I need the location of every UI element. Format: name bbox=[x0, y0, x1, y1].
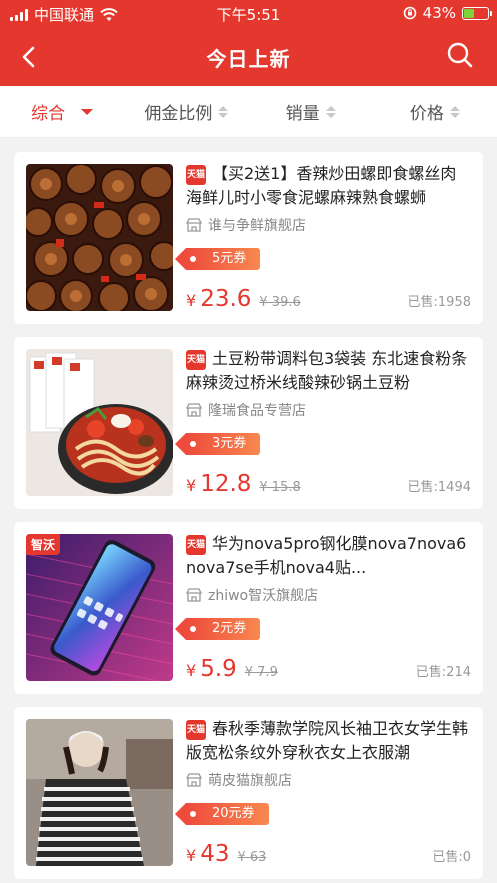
product-list: 天猫 【买2送1】香辣炒田螺即食螺丝肉海鲜儿时小零食泥螺麻辣熟食螺蛳 谁与争鲜旗舰… bbox=[0, 138, 497, 879]
product-title[interactable]: 天猫 土豆粉带调料包3袋装 东北速食粉条麻辣烫过桥米线酸辣砂锅土豆粉 bbox=[186, 347, 471, 395]
product-title-text: 华为nova5pro钢化膜nova7nova6nova7se手机nova4贴..… bbox=[186, 534, 467, 577]
price: 5.9 bbox=[200, 656, 237, 682]
sold-count: 已售:214 bbox=[415, 665, 471, 680]
sort-bar: 综合 佣金比例 销量 价格 bbox=[0, 86, 497, 138]
store-icon bbox=[186, 403, 202, 417]
tmall-badge: 天猫 bbox=[186, 720, 206, 740]
sort-arrows-icon bbox=[218, 105, 229, 118]
store-icon bbox=[186, 218, 202, 232]
shop-name: 萌皮猫旗舰店 bbox=[208, 773, 292, 789]
tmall-badge: 天猫 bbox=[186, 535, 206, 555]
product-card[interactable]: 天猫 【买2送1】香辣炒田螺即食螺丝肉海鲜儿时小零食泥螺麻辣熟食螺蛳 谁与争鲜旗舰… bbox=[14, 152, 483, 324]
product-title-text: 土豆粉带调料包3袋装 东北速食粉条麻辣烫过桥米线酸辣砂锅土豆粉 bbox=[186, 349, 468, 392]
product-title-text: 【买2送1】香辣炒田螺即食螺丝肉海鲜儿时小零食泥螺麻辣熟食螺蛳 bbox=[186, 164, 457, 207]
nav-bar: 今日上新 bbox=[0, 28, 497, 86]
shop-name: 隆瑞食品专营店 bbox=[208, 403, 306, 419]
search-icon[interactable] bbox=[445, 40, 475, 70]
currency-symbol: ¥ bbox=[186, 661, 197, 680]
shop-row[interactable]: 萌皮猫旗舰店 bbox=[186, 771, 471, 789]
status-bar: 中国联通 下午5:51 43% bbox=[0, 0, 497, 28]
currency-symbol: ¥ bbox=[186, 476, 197, 495]
price-row: ¥ 5.9 ¥ 7.9 已售:214 bbox=[186, 656, 471, 684]
sort-arrows-icon bbox=[449, 105, 460, 118]
image-brand-tag: 智沃 bbox=[26, 534, 61, 555]
shop-name: zhiwo智沃旗舰店 bbox=[208, 588, 319, 604]
sort-tab-sales[interactable]: 销量 bbox=[249, 99, 373, 124]
product-card[interactable]: 天猫 春秋季薄款学院风长袖卫衣女学生韩版宽松条纹外穿秋衣女上衣服潮 萌皮猫旗舰店 … bbox=[14, 707, 483, 879]
product-card[interactable]: 天猫 土豆粉带调料包3袋装 东北速食粉条麻辣烫过桥米线酸辣砂锅土豆粉 隆瑞食品专营… bbox=[14, 337, 483, 509]
page-title: 今日上新 bbox=[206, 46, 291, 71]
rotation-lock-icon bbox=[403, 6, 416, 20]
coupon-tag[interactable]: 5元券 bbox=[174, 248, 261, 270]
sold-count: 已售:1494 bbox=[407, 480, 471, 495]
back-arrow-icon[interactable] bbox=[14, 42, 44, 72]
tmall-badge: 天猫 bbox=[186, 350, 206, 370]
product-image-potato-noodles[interactable] bbox=[26, 349, 173, 496]
product-image-striped-sweatshirt[interactable] bbox=[26, 719, 173, 866]
original-price: ¥ 7.9 bbox=[244, 665, 278, 680]
shop-row[interactable]: 隆瑞食品专营店 bbox=[186, 401, 471, 419]
original-price: ¥ 63 bbox=[237, 850, 267, 865]
battery-percent: 43% bbox=[422, 4, 456, 22]
sort-tab-price[interactable]: 价格 bbox=[373, 99, 497, 124]
price-row: ¥ 43 ¥ 63 已售:0 bbox=[186, 841, 471, 869]
sort-arrows-icon bbox=[325, 105, 336, 118]
coupon-tag[interactable]: 3元券 bbox=[174, 433, 261, 455]
product-title[interactable]: 天猫 华为nova5pro钢化膜nova7nova6nova7se手机nova4贴… bbox=[186, 532, 471, 580]
tmall-badge: 天猫 bbox=[186, 165, 206, 185]
store-icon bbox=[186, 588, 202, 602]
battery-icon bbox=[462, 6, 492, 20]
price-row: ¥ 23.6 ¥ 39.6 已售:1958 bbox=[186, 286, 471, 314]
original-price: ¥ 39.6 bbox=[259, 295, 301, 310]
shop-row[interactable]: 谁与争鲜旗舰店 bbox=[186, 216, 471, 234]
product-card[interactable]: 智沃 天猫 华为nova5pro钢化膜nova7nova6nova7se手机nov… bbox=[14, 522, 483, 694]
product-title-text: 春秋季薄款学院风长袖卫衣女学生韩版宽松条纹外穿秋衣女上衣服潮 bbox=[186, 719, 469, 762]
price: 12.8 bbox=[200, 471, 252, 497]
sold-count: 已售:0 bbox=[432, 850, 471, 865]
currency-symbol: ¥ bbox=[186, 846, 197, 865]
product-image-screen-protector[interactable]: 智沃 bbox=[26, 534, 173, 681]
price-row: ¥ 12.8 ¥ 15.8 已售:1494 bbox=[186, 471, 471, 499]
sort-tab-label: 佣金比例 bbox=[144, 104, 213, 124]
sort-tab-label: 销量 bbox=[285, 104, 320, 124]
sort-tab-comprehensive[interactable]: 综合 bbox=[0, 99, 124, 124]
price: 43 bbox=[200, 841, 230, 867]
currency-symbol: ¥ bbox=[186, 291, 197, 310]
price: 23.6 bbox=[200, 286, 252, 312]
shop-row[interactable]: zhiwo智沃旗舰店 bbox=[186, 586, 471, 604]
product-title[interactable]: 天猫 春秋季薄款学院风长袖卫衣女学生韩版宽松条纹外穿秋衣女上衣服潮 bbox=[186, 717, 471, 765]
sort-tab-label: 综合 bbox=[31, 104, 66, 124]
coupon-tag[interactable]: 20元券 bbox=[175, 803, 269, 825]
product-title[interactable]: 天猫 【买2送1】香辣炒田螺即食螺丝肉海鲜儿时小零食泥螺麻辣熟食螺蛳 bbox=[186, 162, 471, 210]
store-icon bbox=[186, 773, 202, 787]
original-price: ¥ 15.8 bbox=[259, 480, 301, 495]
sort-tab-commission[interactable]: 佣金比例 bbox=[124, 99, 248, 124]
sold-count: 已售:1958 bbox=[407, 295, 471, 310]
product-image-snails[interactable] bbox=[26, 164, 173, 311]
dropdown-triangle-icon bbox=[81, 108, 94, 115]
sort-tab-label: 价格 bbox=[409, 104, 444, 124]
coupon-tag[interactable]: 2元券 bbox=[174, 618, 261, 640]
shop-name: 谁与争鲜旗舰店 bbox=[208, 218, 306, 234]
app-header: 中国联通 下午5:51 43% 今日上新 bbox=[0, 0, 497, 86]
